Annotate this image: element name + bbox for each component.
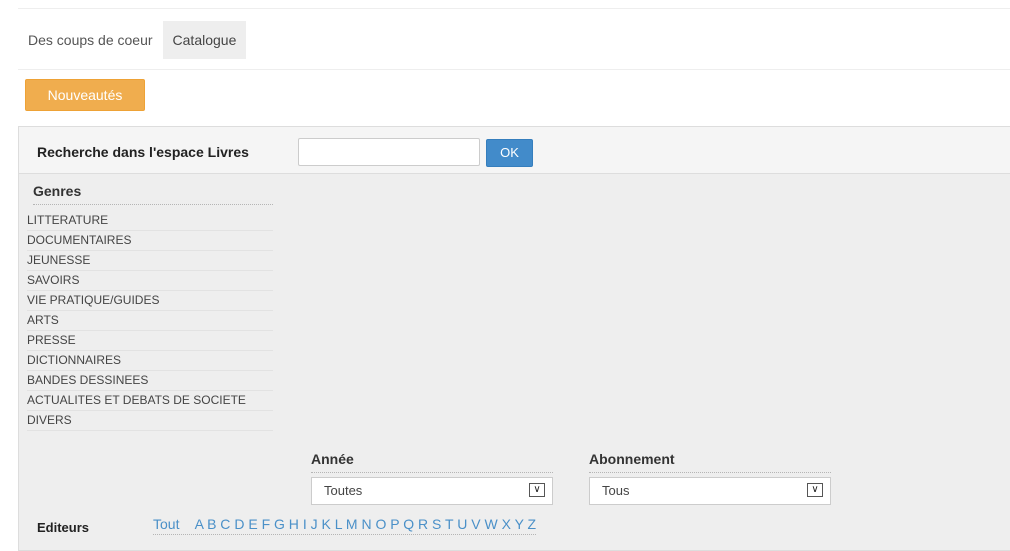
- editeur-letter-link[interactable]: A: [195, 516, 204, 532]
- editeur-letter-link[interactable]: J: [311, 516, 318, 532]
- genre-item-dictionnaires[interactable]: DICTIONNAIRES: [27, 351, 273, 371]
- genre-item-bandes-dessinees[interactable]: BANDES DESSINEES: [27, 371, 273, 391]
- genre-item-divers[interactable]: DIVERS: [27, 411, 273, 431]
- editeur-letter-link[interactable]: U: [457, 516, 467, 532]
- editeur-letter-link[interactable]: Z: [528, 516, 537, 532]
- abonnement-selected-value: Tous: [602, 483, 630, 498]
- editeur-letter-link[interactable]: M: [346, 516, 358, 532]
- genre-item-presse[interactable]: PRESSE: [27, 331, 273, 351]
- editeur-letter-link[interactable]: P: [390, 516, 399, 532]
- editeur-letter-link[interactable]: E: [248, 516, 257, 532]
- editeur-letter-link[interactable]: S: [432, 516, 441, 532]
- editeur-letter-link[interactable]: W: [484, 516, 497, 532]
- annee-heading: Année: [311, 451, 553, 473]
- genre-item-litterature[interactable]: LITTERATURE: [27, 211, 273, 231]
- annee-selected-value: Toutes: [324, 483, 363, 498]
- search-ok-button[interactable]: OK: [486, 139, 533, 167]
- editeur-letter-link[interactable]: V: [471, 516, 480, 532]
- editeur-letter-link[interactable]: L: [335, 516, 342, 532]
- search-bar: Recherche dans l'espace Livres OK: [19, 127, 1010, 174]
- genre-item-documentaires[interactable]: DOCUMENTAIRES: [27, 231, 273, 251]
- editeur-letter-link[interactable]: Q: [403, 516, 414, 532]
- editeur-letter-link[interactable]: Y: [515, 516, 524, 532]
- editeurs-all-link[interactable]: Tout: [153, 516, 179, 532]
- editeur-letter-link[interactable]: N: [361, 516, 371, 532]
- catalogue-panel: Recherche dans l'espace Livres OK Genres…: [18, 126, 1010, 551]
- tab-bar: Des coups de coeur Catalogue: [18, 21, 247, 59]
- editeur-letter-link[interactable]: X: [502, 516, 511, 532]
- genre-item-vie-pratique[interactable]: VIE PRATIQUE/GUIDES: [27, 291, 273, 311]
- editeur-letter-link[interactable]: O: [375, 516, 386, 532]
- top-divider: [18, 8, 1010, 9]
- genre-item-actualites[interactable]: ACTUALITES ET DEBATS DE SOCIETE: [27, 391, 273, 411]
- search-input[interactable]: [298, 138, 480, 166]
- genre-item-savoirs[interactable]: SAVOIRS: [27, 271, 273, 291]
- genres-heading: Genres: [33, 183, 273, 205]
- editeur-letter-link[interactable]: R: [418, 516, 428, 532]
- editeurs-letter-links: A B C D E F G H I J K L M N O P Q R S T …: [195, 516, 537, 532]
- search-label: Recherche dans l'espace Livres: [37, 144, 249, 160]
- editeur-letter-link[interactable]: D: [234, 516, 244, 532]
- tab-catalogue[interactable]: Catalogue: [162, 21, 247, 59]
- editeur-letter-link[interactable]: I: [303, 516, 307, 532]
- nouveautes-button[interactable]: Nouveautés: [25, 79, 145, 111]
- genres-list: LITTERATURE DOCUMENTAIRES JEUNESSE SAVOI…: [27, 211, 273, 431]
- chevron-down-icon[interactable]: ∨: [807, 483, 823, 497]
- tab-coups-de-coeur[interactable]: Des coups de coeur: [18, 21, 163, 59]
- editeur-letter-link[interactable]: T: [445, 516, 453, 532]
- editeur-letter-link[interactable]: H: [289, 516, 299, 532]
- editeur-letter-link[interactable]: B: [207, 516, 216, 532]
- abonnement-heading: Abonnement: [589, 451, 831, 473]
- genre-item-arts[interactable]: ARTS: [27, 311, 273, 331]
- editeur-letter-link[interactable]: F: [262, 516, 271, 532]
- editeurs-label: Editeurs: [37, 520, 90, 535]
- editeur-letter-link[interactable]: G: [274, 516, 285, 532]
- genre-item-jeunesse[interactable]: JEUNESSE: [27, 251, 273, 271]
- abonnement-select[interactable]: Tous ∨: [589, 477, 831, 505]
- annee-select[interactable]: Toutes ∨: [311, 477, 553, 505]
- editeur-letter-link[interactable]: K: [321, 516, 330, 532]
- editeur-letter-link[interactable]: C: [220, 516, 230, 532]
- editeurs-alphabet-filter: Tout A B C D E F G H I J K L M N O P Q R…: [153, 516, 537, 535]
- chevron-down-icon[interactable]: ∨: [529, 483, 545, 497]
- tabs-divider: [18, 69, 1010, 70]
